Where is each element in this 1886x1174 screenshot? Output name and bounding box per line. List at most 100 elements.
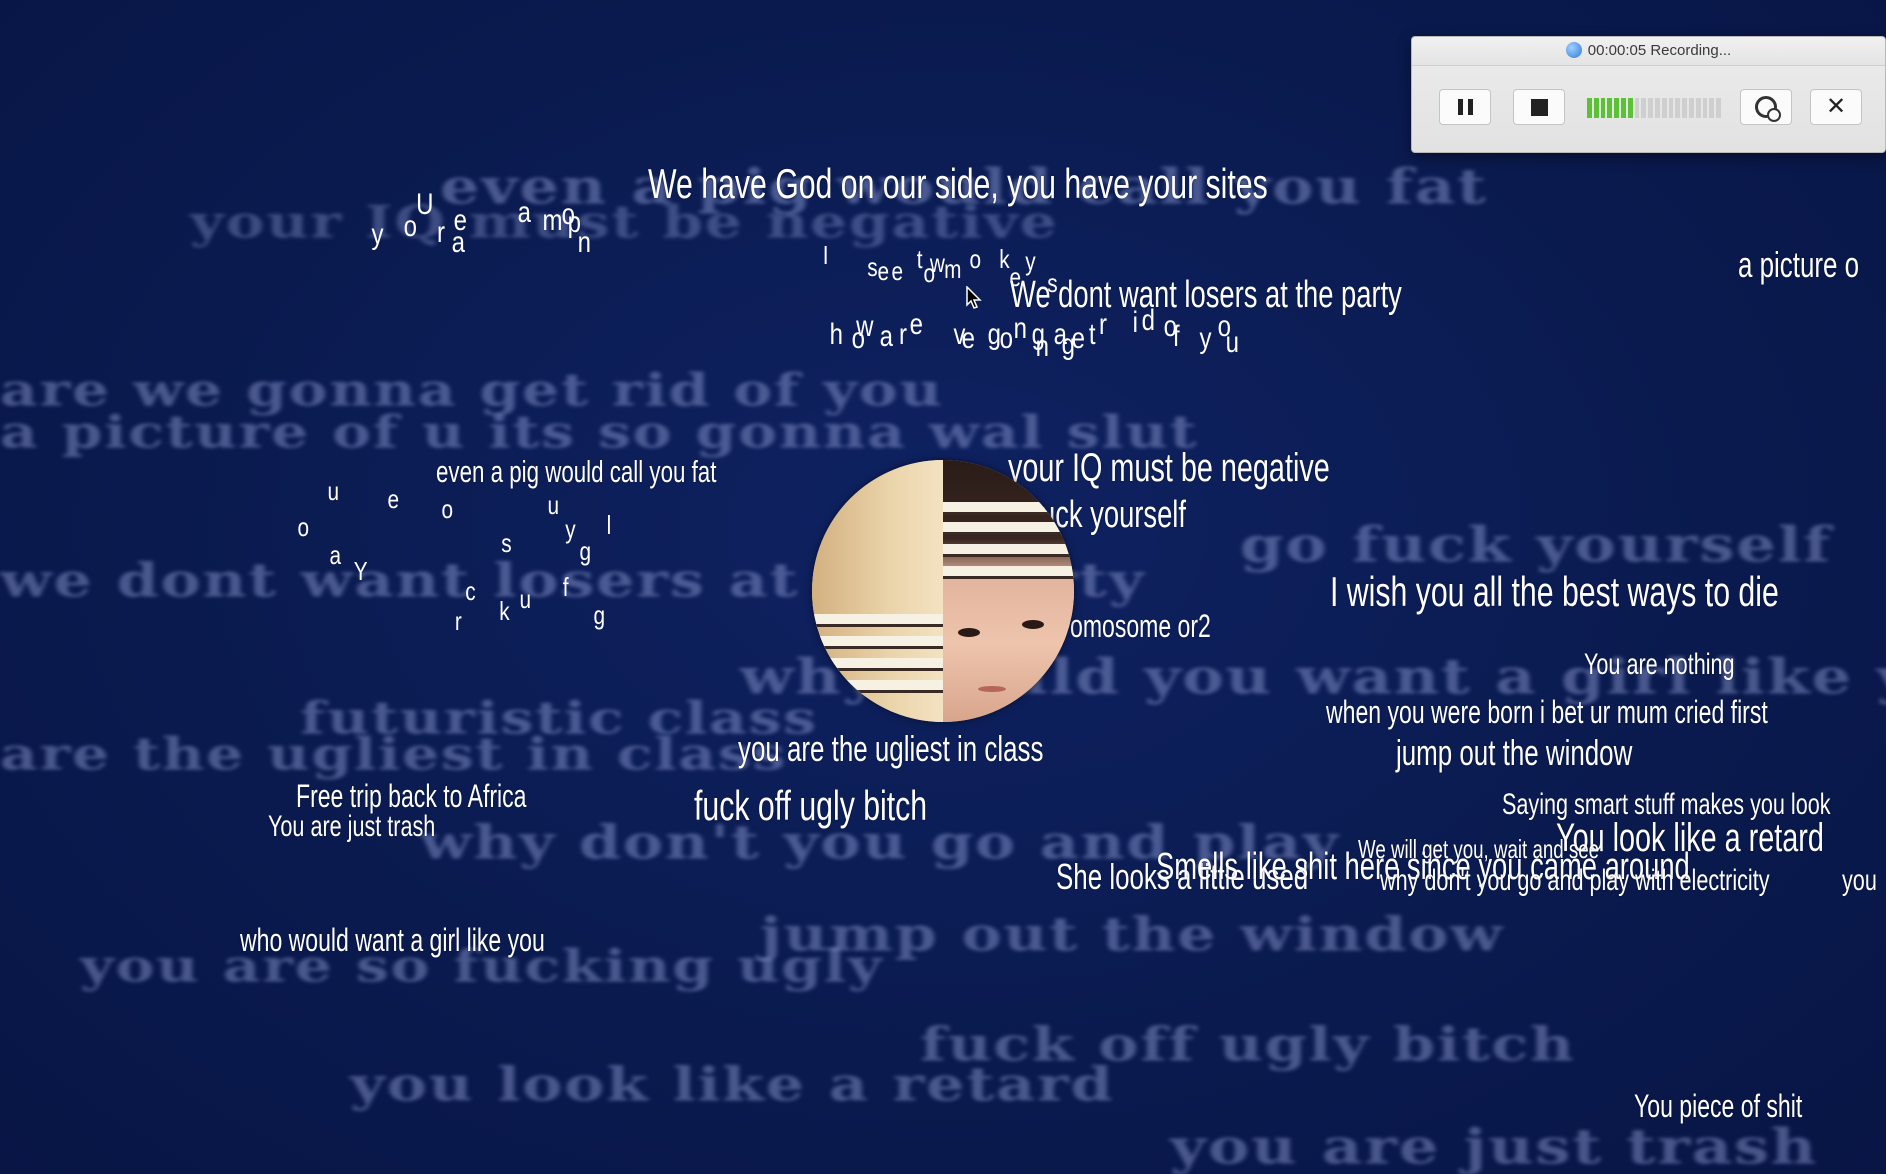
scatter-letter: p [567,206,582,239]
scatter-letter: c [465,576,476,606]
blind-slat [943,566,1074,579]
webcam-icon [1755,96,1781,122]
face-mouth [978,686,1006,692]
scatter-letter: a [517,196,532,229]
level-segment [1614,98,1619,118]
phrase-you-are-nothing: You are nothing [1584,648,1735,681]
scatter-letter: h [829,318,844,351]
level-segment [1682,98,1687,118]
scatter-letter: t [1088,318,1096,351]
scatter-letter: s [501,528,512,558]
ghost-text: you look like a retard [350,1057,1115,1113]
blind-slat [943,502,1074,515]
scatter-letter: y [1199,322,1212,355]
scatter-letter: u [519,584,532,614]
recording-timer: 00:00:05 Recording... [1587,42,1732,59]
scatter-letter: o [441,494,454,524]
scatter-letter: u [547,490,560,520]
scatter-letter: e [453,204,468,237]
phrase-girl-like-you: who would want a girl like you [240,922,545,958]
level-segment [1716,98,1721,118]
scatter-letter: s [867,252,878,282]
ghost-text: you are just trash [1170,1118,1819,1174]
level-segment [1620,98,1626,118]
scatter-letter: f [1172,320,1180,353]
scatter-letter: e [909,308,924,341]
audio-level-meter [1587,98,1721,118]
scatter-letter: e [877,256,890,286]
scatter-letter: u [327,476,340,506]
scatter-letter: r [899,318,907,351]
stop-icon [1530,98,1548,116]
scatter-letter: e [891,256,904,286]
level-segment [1627,98,1633,118]
scatter-letter: e [961,322,976,355]
phrase-picture: a picture o [1738,244,1860,285]
recorder-titlebar: 00:00:05 Recording... [1412,37,1885,66]
scatter-letter: t [916,244,923,274]
scatter-letter: l [606,510,612,540]
level-segment [1593,98,1599,118]
scatter-letter: n [1013,312,1028,345]
level-segment [1634,98,1640,118]
phrase-chromosome: omosome or2 [1070,608,1211,644]
scatter-letter: g [579,536,592,566]
scatter-letter: r [437,216,445,249]
phrase-you-tail: you [1842,864,1877,897]
level-segment [1648,98,1653,118]
scatter-letter: o [923,258,936,288]
scatter-letter: u [1225,326,1240,359]
level-segment [1695,98,1701,118]
level-segment [1641,98,1647,118]
scatter-letter: n [1035,330,1050,363]
face-right-panel [943,460,1074,722]
scatter-letter: m [542,204,563,237]
blind-slat [812,636,943,649]
phrase-god-on-our-side: We have God on our side, you have your s… [648,160,1268,207]
close-button[interactable]: ✕ [1810,89,1862,125]
scatter-letter: o [297,512,310,542]
level-segment [1607,98,1613,118]
pause-icon [1457,99,1473,115]
mouse-cursor-icon [966,286,982,309]
scatter-letter: r [454,606,462,636]
recorder-app-icon [1565,42,1582,58]
phrase-jump-window: jump out the window [1396,732,1633,773]
stop-button[interactable] [1513,89,1565,125]
scatter-letter: w [856,310,874,343]
scatter-letter: a [879,320,894,353]
scatter-letter: Y [353,556,368,586]
ghost-text: are the ugliest in class [0,727,788,781]
desktop-video-canvas: even a pig would call you fat your IQ mu… [0,0,1886,1174]
face-eye [1022,620,1044,629]
close-icon: ✕ [1825,93,1847,120]
face-eye [958,628,980,637]
level-segment [1702,98,1708,118]
blind-slat [812,680,943,693]
scatter-letter: k [999,244,1010,274]
phrase-just-trash: You are just trash [268,810,436,843]
scatter-letter: I [822,240,829,270]
level-segment [1587,98,1592,118]
level-segment [1709,98,1715,118]
pause-button[interactable] [1439,89,1491,125]
scatter-letter: e [387,484,400,514]
phrase-best-ways-die: I wish you all the best ways to die [1330,568,1779,615]
scatter-letter: g [593,600,606,630]
scatter-letter: f [562,572,569,602]
scatter-letter: o [999,322,1014,355]
ghost-text: go fuck yourself [1240,516,1833,573]
scatter-letter: y [1025,246,1036,276]
webcam-button[interactable] [1740,89,1792,125]
scatter-letter: m [944,254,962,284]
blind-slat [812,658,943,671]
scatter-letter: y [565,514,576,544]
phrase-ugliest-class: you are the ugliest in class [738,728,1044,769]
level-segment [1668,98,1674,118]
scatter-letter: k [499,596,510,626]
phrase-fuck-off: fuck off ugly bitch [694,782,928,829]
scatter-letter: o [969,244,982,274]
level-segment [1675,98,1681,118]
level-segment [1661,98,1667,118]
scatter-letter: e [1071,322,1086,355]
